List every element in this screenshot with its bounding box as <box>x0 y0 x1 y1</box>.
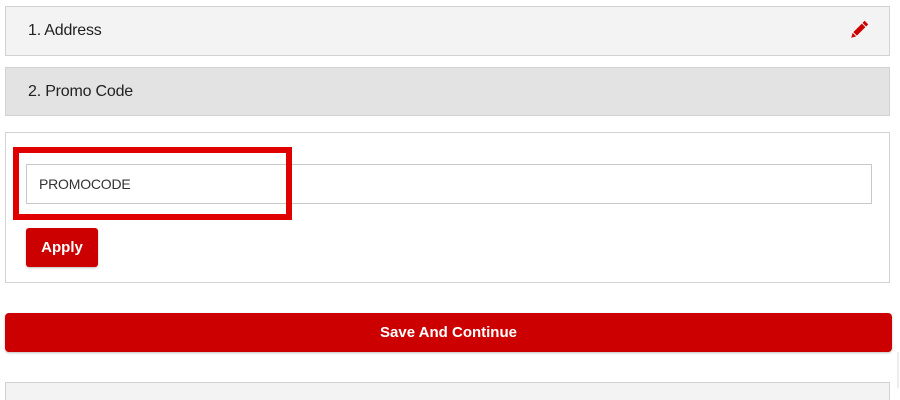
step-address-header[interactable]: 1. Address <box>5 6 890 56</box>
step-promo-title: 2. Promo Code <box>28 82 134 100</box>
apply-button[interactable]: Apply <box>26 228 98 267</box>
next-step-header[interactable] <box>5 382 890 400</box>
step-address-title: 1. Address <box>28 22 102 39</box>
promo-code-input[interactable] <box>26 164 872 204</box>
promo-code-panel: Apply <box>5 132 890 283</box>
scrollbar-edge <box>897 352 899 388</box>
step-promo-header[interactable]: 2. Promo Code <box>5 67 890 116</box>
checkout-page: 1. Address 2. Promo Code Apply Save And … <box>0 0 900 400</box>
pencil-icon[interactable] <box>847 18 871 42</box>
save-and-continue-button[interactable]: Save And Continue <box>5 313 892 352</box>
